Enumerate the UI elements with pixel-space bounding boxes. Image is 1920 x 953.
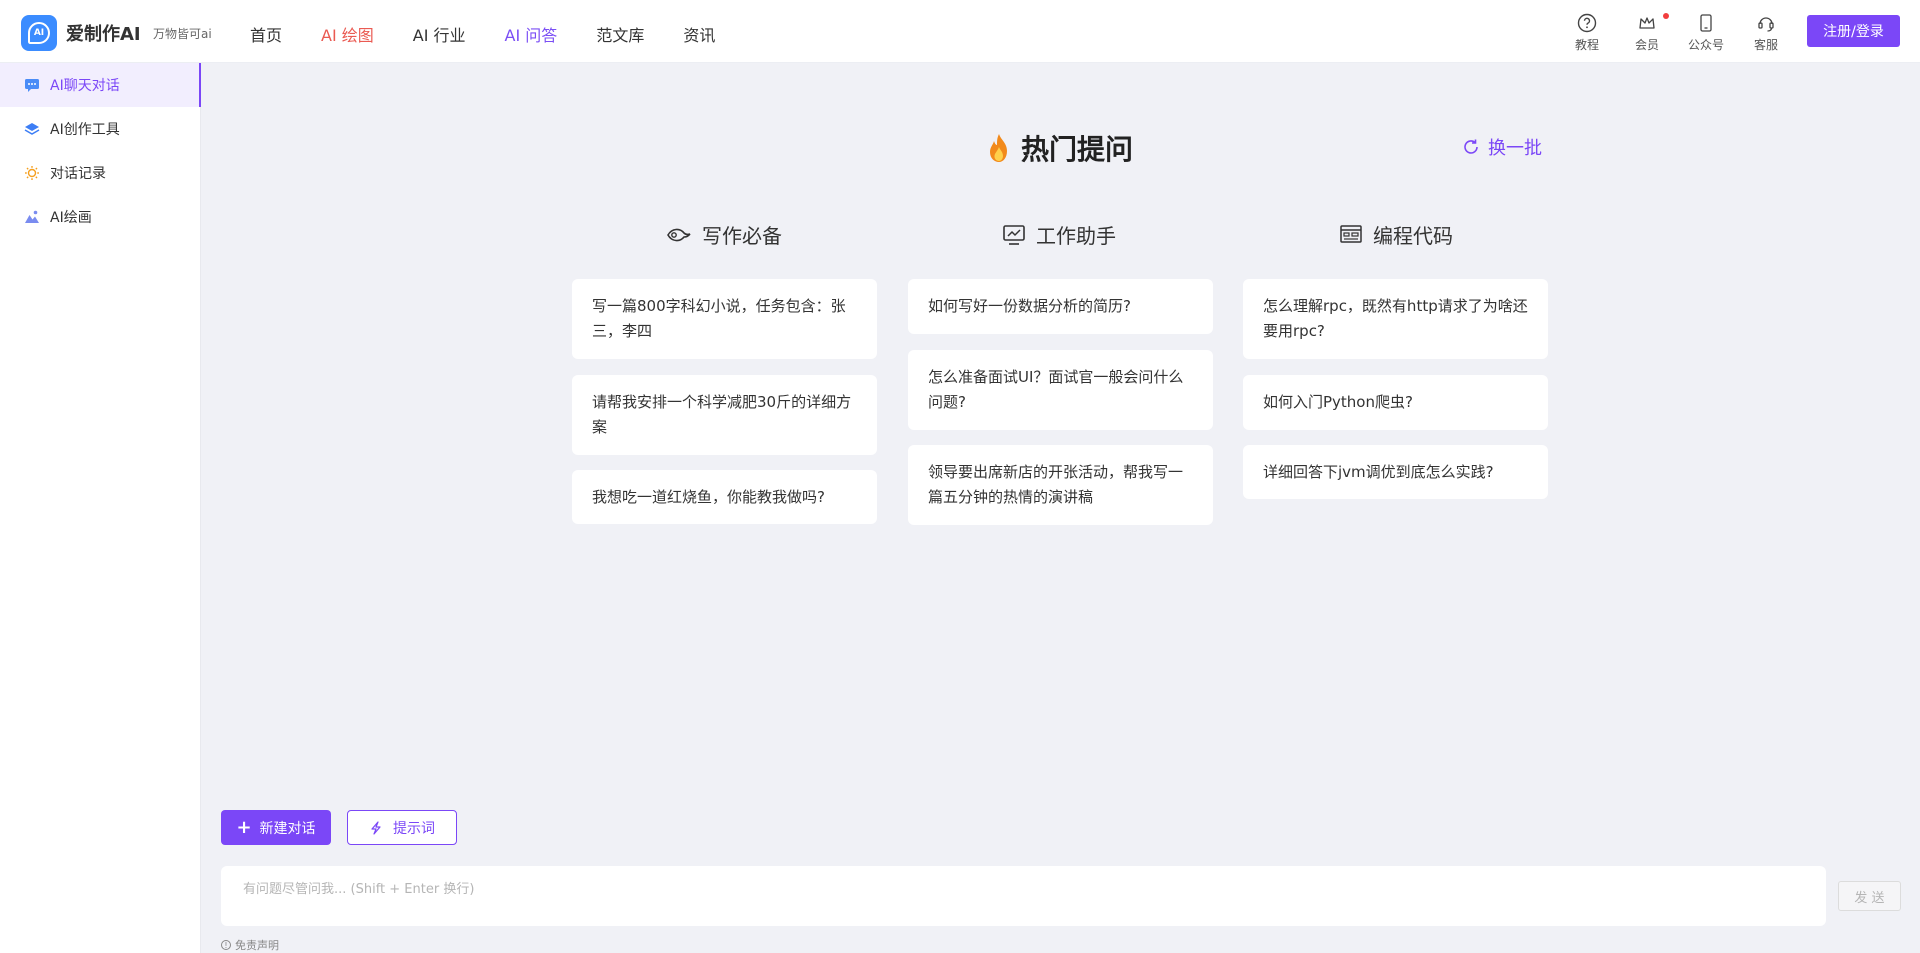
question-card[interactable]: 如何入门Python爬虫? [1243, 375, 1548, 430]
question-text: 我想吃一道红烧鱼，你能教我做吗? [592, 487, 825, 506]
top-header: AI 爱制作AI 万物皆可ai 首页 AI 绘图 AI 行业 AI 问答 范文库… [0, 0, 1920, 63]
sidebar-item-label: 对话记录 [50, 166, 106, 182]
refresh-icon [1464, 139, 1478, 154]
sidebar-item-ai-tools[interactable]: AI创作工具 [0, 107, 200, 151]
question-text: 详细回答下jvm调优到底怎么实践? [1263, 462, 1494, 481]
official-account-label: 公众号 [1687, 38, 1724, 52]
question-card[interactable]: 请帮我安排一个科学减肥30斤的详细方案 [572, 375, 877, 455]
nav-ai-qa[interactable]: AI 问答 [505, 22, 558, 46]
tutorial-button[interactable]: 教程 [1565, 13, 1609, 53]
question-text: 如何入门Python爬虫? [1263, 393, 1413, 411]
question-card[interactable]: 怎么理解rpc，既然有http请求了为啥还要用rpc? [1243, 279, 1548, 359]
pen-icon [667, 228, 691, 241]
sidebar-item-ai-painting[interactable]: AI绘画 [0, 195, 200, 239]
question-card[interactable]: 怎么准备面试UI？面试官一般会问什么问题? [908, 350, 1213, 430]
flame-icon [990, 134, 1007, 162]
sidebar-item-ai-chat[interactable]: AI聊天对话 [0, 63, 201, 107]
help-icon [1577, 13, 1597, 33]
membership-label: 会员 [1634, 38, 1659, 52]
tutorial-label: 教程 [1574, 38, 1599, 52]
logo-icon[interactable]: AI [21, 15, 57, 51]
brand-slogan: 万物皆可ai [153, 27, 212, 41]
column-work-header: 工作助手 [1002, 220, 1116, 249]
sidebar-item-history[interactable]: 对话记录 [0, 151, 200, 195]
disclaimer-link[interactable]: ! 免责声明 [221, 937, 279, 953]
nav-essay-library[interactable]: 范文库 [596, 22, 644, 46]
question-text: 写一篇800字科幻小说，任务包含：张三，李四 [592, 297, 846, 340]
new-chat-label: 新建对话 [259, 820, 316, 837]
sidebar-item-label: AI聊天对话 [50, 78, 120, 94]
question-card[interactable]: 领导要出席新店的开张活动，帮我写一篇五分钟的热情的演讲稿 [908, 445, 1213, 525]
prompt-words-label: 提示词 [393, 820, 435, 837]
code-icon [1340, 224, 1362, 243]
main-nav: 首页 AI 绘图 AI 行业 AI 问答 范文库 资讯 [250, 22, 754, 46]
crown-icon [1639, 17, 1655, 29]
question-text: 如何写好一份数据分析的简历? [928, 297, 1131, 315]
phone-icon [1700, 14, 1712, 32]
question-card[interactable]: 写一篇800字科幻小说，任务包含：张三，李四 [572, 279, 877, 359]
layers-icon [24, 121, 40, 137]
sidebar-item-label: AI绘画 [50, 210, 92, 226]
customer-service-button[interactable]: 客服 [1744, 13, 1788, 53]
notification-dot [1663, 13, 1669, 19]
sidebar: AI聊天对话 AI创作工具 对话记录 AI绘画 [0, 63, 201, 953]
nav-ai-drawing[interactable]: AI 绘图 [321, 22, 374, 46]
login-register-button[interactable]: 注册/登录 [1807, 15, 1900, 47]
send-button[interactable]: 发 送 [1838, 881, 1901, 911]
question-card[interactable]: 详细回答下jvm调优到底怎么实践? [1243, 445, 1548, 499]
prompt-words-button[interactable]: 提示词 [347, 810, 457, 845]
question-text: 怎么理解rpc，既然有http请求了为啥还要用rpc? [1263, 297, 1528, 340]
question-text: 请帮我安排一个科学减肥30斤的详细方案 [592, 393, 852, 436]
nav-ai-industry[interactable]: AI 行业 [413, 22, 466, 46]
column-code-header: 编程代码 [1339, 220, 1453, 249]
disclaimer-label: 免责声明 [235, 939, 279, 952]
membership-button[interactable]: 会员 [1625, 13, 1669, 53]
customer-service-label: 客服 [1753, 38, 1778, 52]
hot-title-text: 热门提问 [1021, 133, 1134, 166]
logo-text: AI [28, 22, 50, 44]
nav-news[interactable]: 资讯 [683, 22, 715, 46]
hot-questions-title: 热门提问 [985, 128, 1133, 168]
column-writing-title: 写作必备 [702, 224, 782, 248]
question-text: 领导要出席新店的开张活动，帮我写一篇五分钟的热情的演讲稿 [928, 463, 1184, 506]
column-code-title: 编程代码 [1373, 224, 1453, 248]
question-card[interactable]: 我想吃一道红烧鱼，你能教我做吗? [572, 470, 877, 524]
chat-icon [24, 77, 40, 93]
column-work-title: 工作助手 [1036, 224, 1116, 248]
question-card[interactable]: 如何写好一份数据分析的简历? [908, 279, 1213, 334]
refresh-label: 换一批 [1488, 138, 1542, 159]
plus-icon: + [236, 817, 252, 838]
question-text: 怎么准备面试UI？面试官一般会问什么问题? [928, 368, 1184, 411]
column-writing-header: 写作必备 [666, 220, 782, 249]
brand-name[interactable]: 爱制作AI [66, 20, 141, 46]
image-icon [24, 209, 40, 225]
headset-icon [1758, 17, 1774, 32]
sidebar-item-label: AI创作工具 [50, 122, 120, 138]
refresh-button[interactable]: 换一批 [1462, 134, 1542, 160]
monitor-icon [1003, 224, 1025, 245]
nav-home[interactable]: 首页 [250, 22, 282, 46]
lightning-icon [371, 820, 381, 835]
new-chat-button[interactable]: + 新建对话 [221, 810, 331, 845]
lightbulb-icon [24, 165, 40, 181]
info-icon: ! [221, 940, 231, 950]
chat-input[interactable] [241, 876, 1810, 920]
official-account-button[interactable]: 公众号 [1684, 13, 1728, 53]
chat-input-box[interactable] [221, 866, 1826, 926]
